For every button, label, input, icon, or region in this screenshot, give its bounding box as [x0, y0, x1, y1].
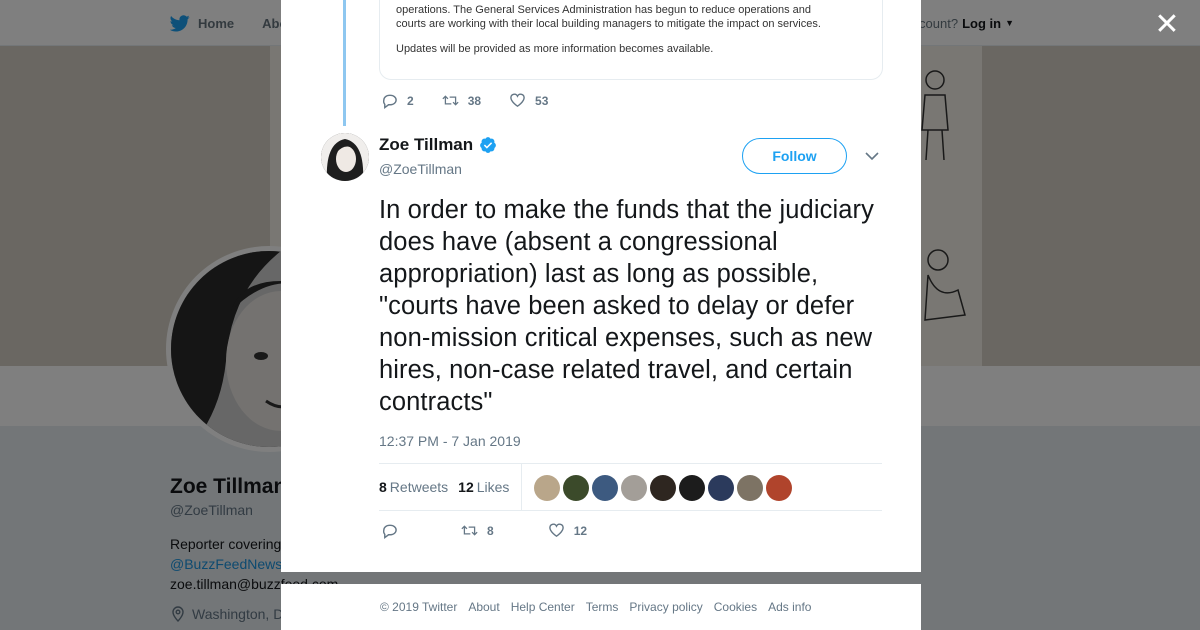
tweet-text: In order to make the funds that the judi…	[379, 196, 874, 416]
liker-avatar[interactable]	[766, 475, 792, 501]
quote-line-1: operations. The General Services Adminis…	[396, 4, 811, 16]
tweet-author-name: Zoe Tillman	[379, 135, 474, 154]
reply-button[interactable]: 2	[381, 92, 414, 109]
close-icon[interactable]: ✕	[1152, 10, 1182, 40]
liker-avatar[interactable]	[621, 475, 647, 501]
footer-ads-link[interactable]: Ads info	[768, 600, 811, 614]
tweet-author-name-row[interactable]: Zoe Tillman	[379, 135, 497, 155]
footer-copyright: © 2019 Twitter	[380, 600, 458, 614]
like-count: 53	[535, 93, 549, 108]
previous-tweet-actions: 2 38 53	[381, 92, 576, 109]
tweet-timestamp[interactable]: 12:37 PM - 7 Jan 2019	[379, 433, 521, 449]
author-photo	[321, 133, 369, 181]
retweet-icon	[442, 95, 459, 106]
attached-image-card[interactable]: operations. The General Services Adminis…	[379, 0, 883, 80]
liker-avatars	[534, 475, 792, 501]
like-button[interactable]: 12	[548, 522, 587, 539]
retweets-stat[interactable]: 8 Retweets	[379, 479, 448, 495]
liker-avatar[interactable]	[592, 475, 618, 501]
thread-connector-line	[343, 0, 346, 126]
modal-footer: © 2019 Twitter About Help Center Terms P…	[281, 584, 921, 630]
liker-avatar[interactable]	[563, 475, 589, 501]
footer-cookies-link[interactable]: Cookies	[714, 600, 757, 614]
tweet-modal: operations. The General Services Adminis…	[281, 0, 921, 572]
stat-counts: 8 Retweets 12 Likes	[379, 464, 509, 510]
tweet-actions: 8 12	[381, 522, 641, 539]
like-button[interactable]: 53	[509, 92, 548, 109]
reply-count: 2	[407, 93, 414, 108]
tweet-stats: 8 Retweets 12 Likes	[379, 463, 882, 511]
verified-badge-icon	[480, 137, 497, 153]
chevron-down-icon[interactable]	[864, 148, 880, 164]
retweets-stat-label: Retweets	[389, 479, 449, 495]
liker-avatar[interactable]	[534, 475, 560, 501]
retweet-button[interactable]: 38	[442, 92, 481, 109]
liker-avatar[interactable]	[650, 475, 676, 501]
heart-icon	[510, 93, 525, 108]
follow-button[interactable]: Follow	[742, 138, 847, 174]
tweet-author-avatar[interactable]	[321, 133, 369, 181]
tweet-author-handle[interactable]: @ZoeTillman	[379, 161, 462, 177]
likes-stat[interactable]: 12 Likes	[458, 479, 509, 495]
stat-divider	[521, 464, 522, 510]
quote-line-2: courts are working with their local buil…	[396, 18, 821, 30]
footer-about-link[interactable]: About	[468, 600, 499, 614]
retweet-count: 8	[487, 523, 494, 538]
liker-avatar[interactable]	[708, 475, 734, 501]
reply-icon	[382, 524, 397, 539]
quote-line-3: Updates will be provided as more informa…	[396, 43, 714, 55]
retweet-count: 38	[467, 93, 482, 108]
reply-icon	[382, 94, 397, 109]
footer-help-link[interactable]: Help Center	[511, 600, 575, 614]
footer-privacy-link[interactable]: Privacy policy	[629, 600, 702, 614]
likes-stat-label: Likes	[476, 479, 510, 495]
likes-stat-count: 12	[458, 479, 474, 495]
like-count: 12	[573, 523, 588, 538]
footer-terms-link[interactable]: Terms	[586, 600, 619, 614]
retweets-stat-count: 8	[379, 479, 387, 495]
heart-icon	[548, 523, 564, 538]
retweet-icon	[461, 525, 478, 536]
retweet-button[interactable]: 8	[461, 522, 494, 539]
reply-button[interactable]	[381, 522, 407, 539]
liker-avatar[interactable]	[679, 475, 705, 501]
liker-avatar[interactable]	[737, 475, 763, 501]
